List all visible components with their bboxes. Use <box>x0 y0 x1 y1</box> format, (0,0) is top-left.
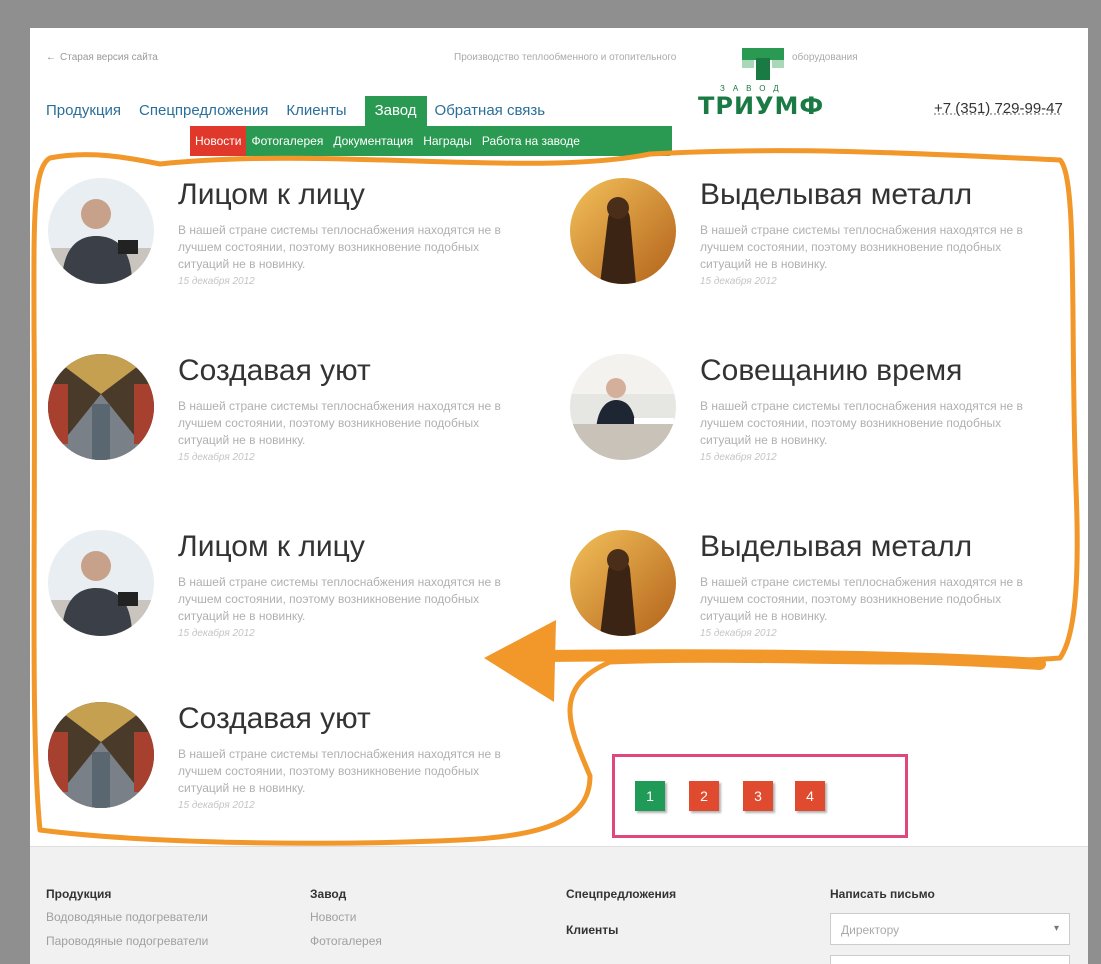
footer-heading-factory[interactable]: Завод <box>310 887 346 901</box>
phone-number[interactable]: +7 (351) 729-99-47 <box>934 100 1063 117</box>
news-item[interactable]: Выделывая металл В нашей стране системы … <box>570 530 1050 670</box>
news-text: В нашей стране системы теплоснабжения на… <box>178 223 501 271</box>
footer-heading-clients[interactable]: Клиенты <box>566 923 618 937</box>
subnav-item-awards[interactable]: Награды <box>418 126 477 156</box>
nav-item-factory[interactable]: Завод <box>364 96 427 126</box>
news-item[interactable]: Лицом к лицу В нашей стране системы тепл… <box>48 530 528 670</box>
tagline: Производство теплообменного и отопительн… <box>454 52 858 63</box>
page-button-4[interactable]: 4 <box>795 781 825 811</box>
news-date: 15 декабря 2012 <box>700 452 777 463</box>
main-nav: Продукция Спецпредложения Клиенты Завод … <box>46 96 563 126</box>
logo-icon <box>742 48 784 80</box>
news-text: В нашей стране системы теплоснабжения на… <box>178 747 501 795</box>
news-title[interactable]: Выделывая металл <box>700 530 972 564</box>
news-date: 15 декабря 2012 <box>178 276 255 287</box>
nav-item-products[interactable]: Продукция <box>46 96 130 126</box>
news-title[interactable]: Создавая уют <box>178 702 371 736</box>
footer-link[interactable]: Пароводяные подогреватели <box>46 934 208 948</box>
recipient-select[interactable]: Директору ▾ <box>830 913 1070 945</box>
news-item[interactable]: Создавая уют В нашей стране системы тепл… <box>48 354 528 494</box>
news-text: В нашей стране системы теплоснабжения на… <box>700 575 1023 623</box>
footer-heading-offers[interactable]: Спецпредложения <box>566 887 676 901</box>
news-item[interactable]: Выделывая металл В нашей стране системы … <box>570 178 1050 318</box>
footer-link[interactable]: Фотогалерея <box>310 934 382 948</box>
subnav-item-news[interactable]: Новости <box>190 126 247 156</box>
news-photo[interactable] <box>570 178 676 284</box>
news-title[interactable]: Выделывая металл <box>700 178 972 212</box>
news-date: 15 декабря 2012 <box>178 800 255 811</box>
footer-link[interactable]: Новости <box>310 910 356 924</box>
footer-heading-write: Написать письмо <box>830 887 935 901</box>
message-field[interactable] <box>830 955 1070 964</box>
news-date: 15 декабря 2012 <box>700 628 777 639</box>
subnav-item-docs[interactable]: Документация <box>328 126 418 156</box>
subnav-item-jobs[interactable]: Работа на заводе <box>477 126 585 156</box>
news-title[interactable]: Лицом к лицу <box>178 530 365 564</box>
nav-item-feedback[interactable]: Обратная связь <box>435 96 555 126</box>
news-date: 15 декабря 2012 <box>178 452 255 463</box>
sub-nav: Новости Фотогалерея Документация Награды… <box>190 126 672 156</box>
news-photo[interactable] <box>48 702 154 808</box>
footer-heading-products[interactable]: Продукция <box>46 887 111 901</box>
news-photo[interactable] <box>48 178 154 284</box>
news-title[interactable]: Совещанию время <box>700 354 962 388</box>
news-date: 15 декабря 2012 <box>700 276 777 287</box>
news-title[interactable]: Создавая уют <box>178 354 371 388</box>
page: ← Старая версия сайта Производство теплоо… <box>30 28 1088 964</box>
recipient-select-value: Директору <box>841 923 900 937</box>
news-photo[interactable] <box>570 354 676 460</box>
news-text: В нашей стране системы теплоснабжения на… <box>178 575 501 623</box>
nav-item-special-offers[interactable]: Спецпредложения <box>139 96 277 126</box>
news-photo[interactable] <box>48 530 154 636</box>
pagination: 1 2 3 4 <box>612 754 908 838</box>
news-photo[interactable] <box>570 530 676 636</box>
tagline-right: оборудования <box>792 52 858 63</box>
footer-link[interactable]: Водоводяные подогреватели <box>46 910 208 924</box>
subnav-item-gallery[interactable]: Фотогалерея <box>246 126 328 156</box>
news-text: В нашей стране системы теплоснабжения на… <box>178 399 501 447</box>
tagline-left: Производство теплообменного и отопительн… <box>454 52 677 63</box>
page-button-2[interactable]: 2 <box>689 781 719 811</box>
news-text: В нашей стране системы теплоснабжения на… <box>700 399 1023 447</box>
news-photo[interactable] <box>48 354 154 460</box>
news-item[interactable]: Создавая уют В нашей стране системы тепл… <box>48 702 528 842</box>
news-text: В нашей стране системы теплоснабжения на… <box>700 223 1023 271</box>
nav-item-clients[interactable]: Клиенты <box>286 96 355 126</box>
news-item[interactable]: Лицом к лицу В нашей стране системы тепл… <box>48 178 528 318</box>
footer: Продукция Водоводяные подогреватели Паро… <box>30 846 1088 964</box>
arrow-left-icon: ← <box>46 52 56 63</box>
old-site-link[interactable]: ← Старая версия сайта <box>46 52 158 63</box>
page-button-1[interactable]: 1 <box>635 781 665 811</box>
news-item[interactable]: Совещанию время В нашей стране системы т… <box>570 354 1050 494</box>
news-title[interactable]: Лицом к лицу <box>178 178 365 212</box>
logo-wordmark[interactable]: ТРИУМФ <box>698 92 824 120</box>
page-button-3[interactable]: 3 <box>743 781 773 811</box>
chevron-down-icon: ▾ <box>1053 923 1059 934</box>
news-date: 15 декабря 2012 <box>178 628 255 639</box>
